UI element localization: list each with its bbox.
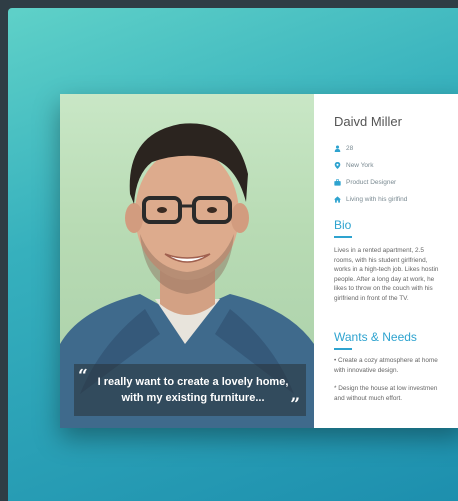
persona-info-panel: Daivd Miller 28 New York Product Designe… (314, 94, 458, 428)
quote-banner: “ I really want to create a lovely home,… (74, 364, 306, 416)
bio-heading: Bio (334, 218, 352, 232)
needs-divider (334, 348, 352, 350)
needs-heading: Wants & Needs (334, 330, 417, 344)
fact-living: Living with his girlfind (334, 191, 407, 208)
person-icon (334, 145, 341, 152)
bio-text: Lives in a rented apartment, 2.5 rooms, … (334, 247, 439, 302)
open-quote-icon: “ (78, 366, 88, 386)
persona-photo: “ I really want to create a lovely home,… (60, 94, 314, 428)
location-pin-icon (334, 162, 341, 169)
home-icon (334, 196, 341, 203)
persona-name: Daivd Miller (334, 114, 402, 129)
fact-text: Living with his girlfind (346, 196, 408, 203)
fact-age: 28 (334, 140, 407, 157)
persona-quote: I really want to create a lovely home, w… (97, 376, 289, 404)
fact-location: New York (334, 157, 407, 174)
close-quote-icon: ” (290, 395, 300, 415)
fact-text: Product Designer (346, 179, 397, 186)
persona-card: “ I really want to create a lovely home,… (60, 94, 458, 428)
persona-facts: 28 New York Product Designer Living with… (334, 140, 407, 208)
briefcase-icon (334, 179, 341, 186)
fact-text: New York (346, 162, 374, 169)
need-item: • Create a cozy atmosphere at home with … (334, 357, 438, 374)
fact-job: Product Designer (334, 174, 407, 191)
need-item: * Design the house at low investmen and … (334, 385, 438, 402)
bio-divider (334, 236, 352, 238)
fact-text: 28 (346, 145, 354, 152)
persona-board: “ I really want to create a lovely home,… (8, 8, 458, 501)
